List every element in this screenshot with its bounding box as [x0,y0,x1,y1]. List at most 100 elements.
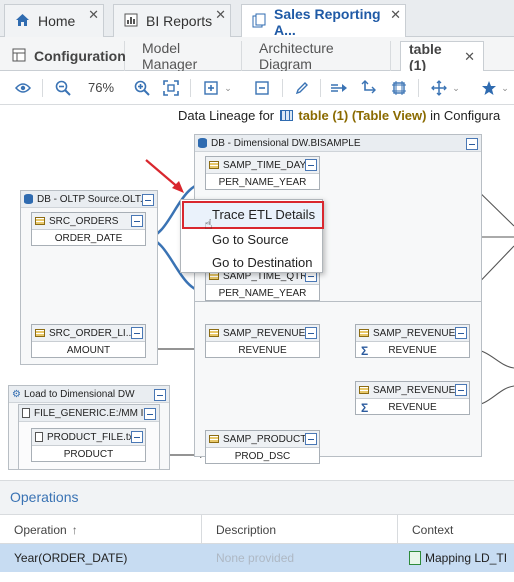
collapse-button[interactable] [142,194,154,206]
tab-configuration[interactable]: Configuration [4,41,126,71]
tab-home[interactable]: Home ✕ [4,4,104,37]
node-field[interactable]: REVENUE [356,342,469,358]
menu-item-go-to-destination[interactable]: Go to Destination [181,251,322,273]
collapse-button[interactable] [455,327,467,339]
zoom-in-icon[interactable] [131,78,153,98]
toolbar-divider [418,79,419,97]
toolbar-divider [320,79,321,97]
file-icon [22,408,30,418]
node-field[interactable]: AMOUNT [32,342,145,358]
close-icon[interactable]: ✕ [215,7,226,23]
collapse-button[interactable] [131,431,143,443]
column-description[interactable]: Description [202,515,398,545]
collapse-button[interactable] [131,327,143,339]
node-title: SAMP_REVENUE... [223,327,314,339]
menu-item-label: Go to Source [212,231,289,247]
sort-ascending-icon[interactable]: ↑ [72,523,78,537]
tab-sales-reporting-label: Sales Reporting A... [274,5,381,38]
node-field[interactable]: PER_NAME_YEAR [206,174,319,190]
file-icon [35,432,43,442]
collapse-button[interactable] [144,408,156,420]
collapse-button[interactable] [305,159,317,171]
collapse-button[interactable] [305,327,317,339]
expand-all-icon[interactable] [200,78,222,98]
lineage-forward-icon[interactable] [328,78,350,98]
collapse-button[interactable] [131,215,143,227]
tab-sales-reporting[interactable]: Sales Reporting A... ✕ [241,4,406,38]
star-icon[interactable] [478,78,500,98]
toolbar-divider [282,79,283,97]
column-label: Description [216,523,277,537]
collapse-button[interactable] [305,433,317,445]
highlight-box[interactable]: Trace ETL Details ☝ [182,201,324,232]
chevron-down-icon[interactable]: ⌄ [499,78,511,98]
node-samp-revenue-a[interactable]: SAMP_REVENUE... REVENUE Σ [355,324,470,358]
node-title: SAMP_TIME_DAY... [223,159,314,171]
table-icon [359,386,369,394]
node-product-file[interactable]: PRODUCT_FILE.txt PRODUCT [31,428,146,462]
node-samp-revenue-b[interactable]: SAMP_REVENUE... REVENUE Σ [355,381,470,415]
operations-table-header: Operation ↑ Description Context [0,514,514,545]
zoom-out-icon[interactable] [52,78,74,98]
collapse-button[interactable] [455,384,467,396]
grid-icon [12,48,26,65]
sigma-icon: Σ [361,401,369,415]
layout-icon[interactable] [388,78,410,98]
collapse-button[interactable] [154,389,166,401]
edit-icon[interactable] [291,78,313,98]
group-title: Load to Dimensional DW [23,388,135,400]
node-samp-time-day[interactable]: SAMP_TIME_DAY... PER_NAME_YEAR [205,156,320,190]
group-header: ⚙ Load to Dimensional DW [9,386,169,403]
sigma-icon: Σ [361,344,369,358]
node-samp-revenue[interactable]: SAMP_REVENUE... REVENUE [205,324,320,358]
table-row[interactable]: Year(ORDER_DATE) None provided Mapping L… [0,544,514,572]
menu-item-label: Go to Destination [212,254,313,270]
node-field[interactable]: REVENUE [206,342,319,358]
move-icon[interactable] [428,78,450,98]
document-icon [252,13,266,31]
column-operation[interactable]: Operation ↑ [0,515,202,545]
group-header: DB - OLTP Source.OLT... [21,191,157,208]
tab-table-1[interactable]: table (1) ✕ [400,41,484,73]
lineage-title-prefix: Data Lineage for [178,108,275,123]
tab-configuration-label: Configuration [34,48,126,64]
tab-model-manager[interactable]: Model Manager [134,40,242,72]
table-icon [209,161,219,169]
column-context[interactable]: Context [398,515,514,545]
collapse-button[interactable] [466,138,478,150]
close-icon[interactable]: ✕ [464,49,475,65]
node-src-order-li[interactable]: SRC_ORDER_LI... AMOUNT [31,324,146,358]
table-icon [209,272,219,280]
node-field[interactable]: PER_NAME_YEAR [206,285,319,301]
column-label: Context [412,523,454,537]
node-title: SRC_ORDERS [49,215,119,227]
node-field[interactable]: PROD_DSC [206,448,319,464]
lineage-title: Data Lineage for table (1) (Table View) … [178,108,500,123]
node-src-orders[interactable]: SRC_ORDERS ORDER_DATE [31,212,146,246]
home-icon [15,13,30,30]
tab-bi-reports[interactable]: BI Reports ✕ [113,4,231,37]
node-samp-product[interactable]: SAMP_PRODUCT... PROD_DSC [205,430,320,464]
toolbar-divider [42,79,43,97]
collapse-all-icon[interactable] [251,78,273,98]
menu-item-go-to-source[interactable]: Go to Source [181,228,322,250]
close-icon[interactable]: ✕ [88,7,99,23]
tab-table-1-label: table (1) [409,41,442,73]
close-icon[interactable]: ✕ [390,7,401,23]
hand-cursor-icon: ☝ [204,216,213,232]
eye-icon[interactable] [12,78,34,98]
node-field[interactable]: ORDER_DATE [32,230,145,246]
lineage-canvas[interactable]: Data Lineage for table (1) (Table View) … [0,106,514,478]
report-icon [124,13,138,30]
fit-to-screen-icon[interactable] [160,78,182,98]
menu-item-label: Trace ETL Details [212,207,316,222]
node-field[interactable]: REVENUE [356,399,469,415]
cell-operation: Year(ORDER_DATE) [14,551,128,565]
chevron-down-icon[interactable]: ⌄ [450,78,462,98]
chevron-down-icon[interactable]: ⌄ [222,78,234,98]
table-icon [35,329,45,337]
node-field[interactable]: PRODUCT [32,446,145,462]
lineage-branch-icon[interactable] [358,78,380,98]
operations-title: Operations [10,489,79,505]
tab-architecture-diagram[interactable]: Architecture Diagram [251,40,391,72]
